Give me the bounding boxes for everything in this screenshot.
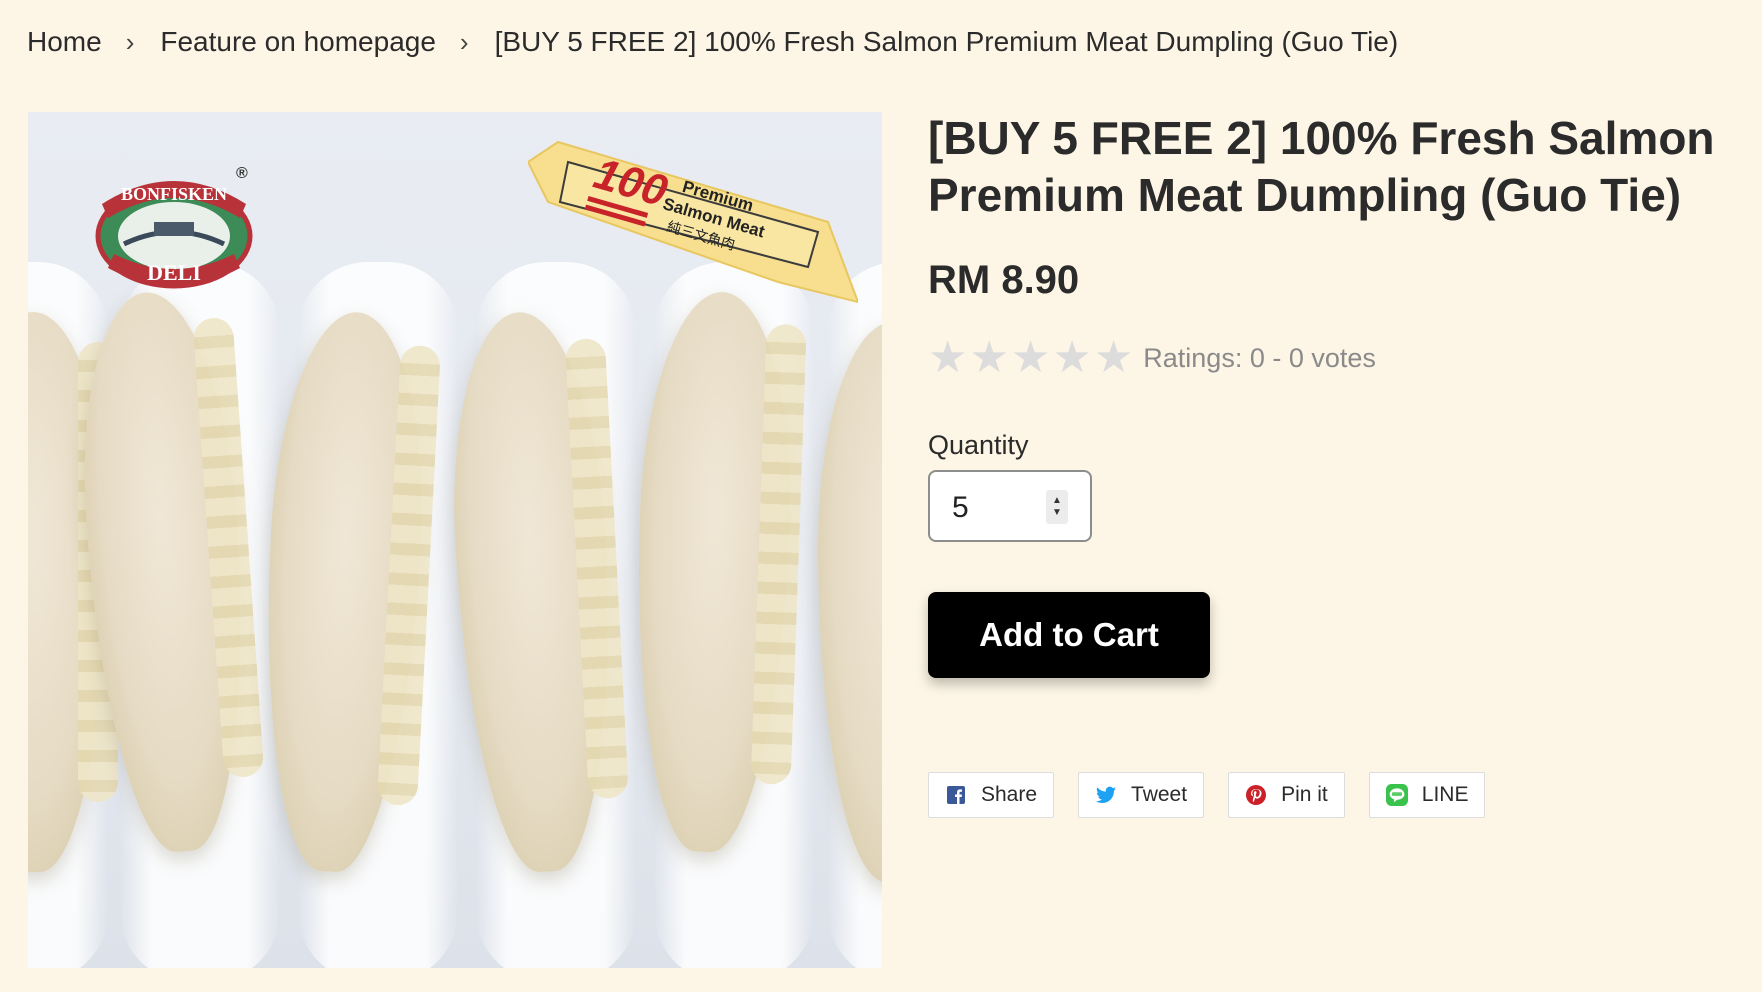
pinterest-pin-label: Pin it <box>1281 783 1328 806</box>
pinterest-pin-button[interactable]: Pin it <box>1228 772 1345 818</box>
logo-text-top: BONFISKEN <box>121 184 227 204</box>
quantity-spinner[interactable]: ▲ ▼ <box>1046 490 1068 524</box>
spin-up-icon[interactable]: ▲ <box>1052 495 1062 507</box>
rating-stars[interactable]: ★ ★ ★ ★ ★ <box>928 336 1133 380</box>
twitter-tweet-button[interactable]: Tweet <box>1078 772 1205 818</box>
breadcrumb-separator: › <box>459 26 469 57</box>
quantity-stepper[interactable]: ▲ ▼ <box>928 470 1092 542</box>
spin-down-icon[interactable]: ▼ <box>1052 507 1062 519</box>
line-icon <box>1385 784 1408 806</box>
dumpling <box>253 308 441 876</box>
share-buttons: Share Tweet Pin it LINE <box>928 772 1486 818</box>
facebook-share-label: Share <box>981 783 1038 806</box>
product-title: [BUY 5 FREE 2] 100% Fresh Salmon Premium… <box>928 112 1715 221</box>
pinterest-icon <box>1245 784 1267 806</box>
star-icon[interactable]: ★ <box>1011 336 1050 380</box>
twitter-tweet-label: Tweet <box>1131 783 1188 806</box>
star-icon[interactable]: ★ <box>1052 336 1091 380</box>
product-image[interactable]: BONFISKEN DELI ® 100 Premium Salmon Meat… <box>28 112 882 968</box>
rating: ★ ★ ★ ★ ★ Ratings: 0 - 0 votes <box>928 336 1376 380</box>
breadcrumb-category-link[interactable]: Feature on homepage <box>160 26 436 58</box>
registered-mark: ® <box>236 165 248 182</box>
facebook-share-button[interactable]: Share <box>928 772 1055 818</box>
premium-salmon-banner: 100 Premium Salmon Meat 純三文魚肉 <box>528 140 858 304</box>
line-share-label: LINE <box>1421 783 1469 806</box>
rating-text: Ratings: 0 - 0 votes <box>1143 342 1376 373</box>
quantity-input[interactable] <box>952 490 1042 526</box>
breadcrumb-home-link[interactable]: Home <box>27 26 102 58</box>
facebook-icon <box>945 784 967 806</box>
star-icon[interactable]: ★ <box>928 336 967 380</box>
twitter-icon <box>1095 784 1117 806</box>
add-to-cart-button[interactable]: Add to Cart <box>928 592 1210 678</box>
quantity-label: Quantity <box>928 430 1029 460</box>
logo-text-bottom: DELI <box>147 260 201 285</box>
breadcrumb: Home › Feature on homepage › [BUY 5 FREE… <box>27 26 1398 58</box>
dumpling <box>443 308 629 876</box>
bonfisken-deli-logo: BONFISKEN DELI ® <box>95 165 253 289</box>
breadcrumb-separator: › <box>125 26 135 57</box>
line-share-button[interactable]: LINE <box>1368 772 1486 818</box>
breadcrumb-current: [BUY 5 FREE 2] 100% Fresh Salmon Premium… <box>494 26 1399 57</box>
star-icon[interactable]: ★ <box>1094 336 1133 380</box>
product-price: RM 8.90 <box>928 258 1080 302</box>
star-icon[interactable]: ★ <box>969 336 1008 380</box>
